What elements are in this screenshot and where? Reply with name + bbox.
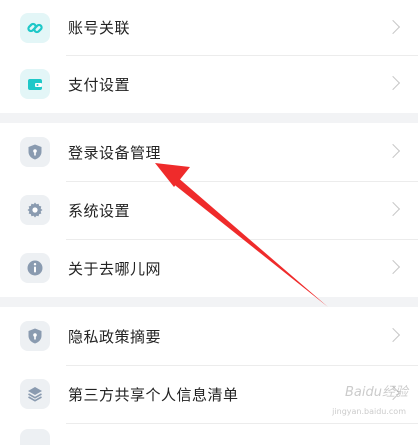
- settings-item-label: 账号关联: [68, 19, 131, 37]
- settings-item-account-link[interactable]: 账号关联: [0, 0, 418, 55]
- settings-item-privacy-summary[interactable]: 隐私政策摘要: [0, 307, 418, 365]
- settings-group-privacy: 隐私政策摘要 第三方共享个人信息清单: [0, 307, 418, 445]
- gear-icon: [20, 195, 50, 225]
- chevron-right-icon: [385, 75, 401, 91]
- watermark-url: jingyan.baidu.com: [332, 407, 406, 416]
- settings-item-label: 关于去哪儿网: [68, 259, 162, 278]
- settings-item-label: 隐私政策摘要: [68, 327, 162, 346]
- settings-item-label: 登录设备管理: [68, 143, 162, 162]
- chevron-right-icon: [385, 259, 401, 275]
- partial-icon: [20, 429, 50, 445]
- settings-item-login-devices[interactable]: 登录设备管理: [0, 123, 418, 181]
- settings-item-about[interactable]: 关于去哪儿网: [0, 239, 418, 297]
- watermark-logo: Baidu经验: [345, 385, 408, 400]
- chevron-right-icon: [385, 201, 401, 217]
- group-divider: [0, 113, 418, 123]
- chevron-right-icon: [385, 327, 401, 343]
- settings-item-label: 支付设置: [68, 75, 131, 94]
- info-icon: [20, 253, 50, 283]
- chevron-right-icon: [385, 19, 401, 34]
- chevron-right-icon: [385, 143, 401, 159]
- shield-icon: [20, 321, 50, 351]
- shield-icon: [20, 137, 50, 167]
- wallet-icon: [20, 69, 50, 99]
- link-icon: [20, 12, 50, 43]
- settings-group-system: 登录设备管理 系统设置 关于去哪儿网: [0, 123, 418, 297]
- settings-item-partial[interactable]: [0, 423, 418, 445]
- settings-item-label: 第三方共享个人信息清单: [68, 385, 239, 404]
- settings-item-payment[interactable]: 支付设置: [0, 55, 418, 113]
- layers-icon: [20, 379, 50, 409]
- settings-group-account: 账号关联 支付设置: [0, 0, 418, 113]
- settings-item-label: 系统设置: [68, 201, 131, 220]
- group-divider: [0, 297, 418, 307]
- settings-item-system[interactable]: 系统设置: [0, 181, 418, 239]
